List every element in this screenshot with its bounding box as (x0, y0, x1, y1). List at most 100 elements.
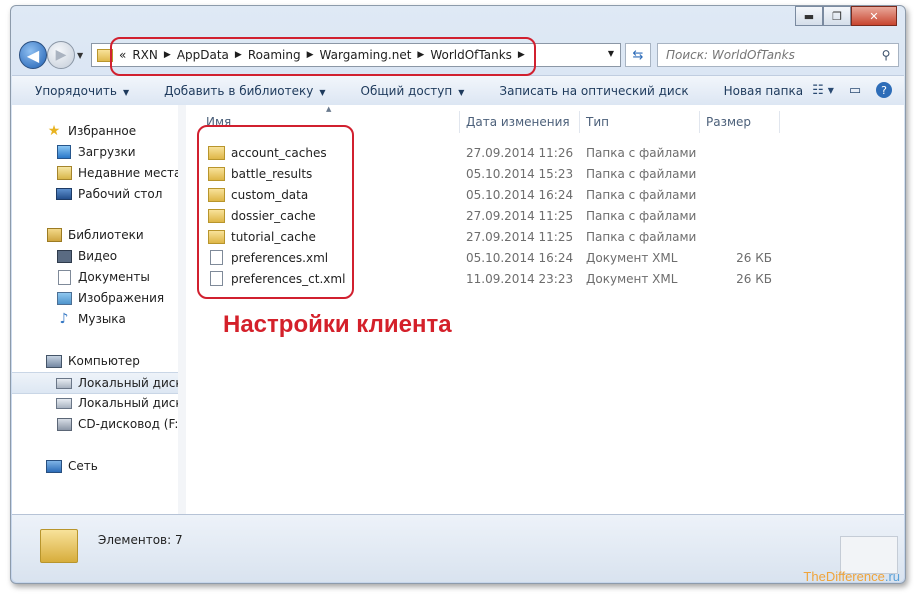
sidebar-item[interactable]: CD-дисковод (F:) HU (12, 414, 179, 434)
file-size (706, 205, 772, 226)
command-toolbar: Упорядочить ▼ Добавить в библиотеку ▼ Общи… (12, 75, 904, 106)
column-header-type[interactable]: Тип (586, 111, 609, 133)
sidebar-item-label: Сеть (68, 459, 98, 473)
address-highlight-frame (110, 37, 536, 76)
column-divider[interactable] (699, 111, 700, 133)
sidebar-item-label: Изображения (78, 291, 165, 305)
documents-icon (56, 269, 72, 285)
column-type-label: Тип (586, 115, 609, 129)
pictures-icon-glyph (56, 291, 72, 305)
column-divider[interactable] (779, 111, 780, 133)
new-folder-button[interactable]: Новая папка (701, 84, 815, 98)
file-type: Папка с файлами (586, 166, 697, 181)
site-watermark: TheDifference.ru (803, 569, 900, 584)
file-type: Папка с файлами (586, 145, 697, 160)
file-type: Папка с файлами (586, 208, 697, 223)
explorer-window: ▬ ❐ ✕ ◀ ▶ ▼ «RXN ▶ AppData ▶ Roaming ▶ Wargami… (10, 5, 906, 584)
desktop-icon-glyph (56, 188, 72, 200)
sidebar-item[interactable]: Компьютер (12, 351, 178, 371)
chevron-down-icon: ▼ (319, 87, 326, 97)
column-date-label: Дата изменения (466, 115, 570, 129)
drive-icon-glyph (56, 377, 72, 389)
chevron-down-icon: ▼ (122, 87, 130, 97)
file-size (706, 163, 772, 184)
search-icon[interactable]: ⚲ (874, 48, 898, 62)
recent-places-icon-glyph (56, 166, 72, 180)
chevron-down-icon: ▼ (458, 87, 465, 97)
maximize-button[interactable]: ❐ (823, 6, 851, 26)
network-icon (46, 459, 62, 473)
preview-pane-icon[interactable]: ▭ (844, 81, 866, 99)
date-modified: 05.10.2014 15:23 (466, 166, 574, 181)
file-type: Документ XML (586, 250, 678, 265)
column-header-size[interactable]: Размер (706, 111, 751, 133)
help-icon[interactable]: ? (876, 82, 892, 98)
burn-button[interactable]: Записать на оптический диск (476, 84, 700, 98)
sort-ascending-icon: ▲ (326, 105, 332, 113)
add-to-library-button[interactable]: Добавить в библиотеку ▼ (141, 84, 337, 98)
date-modified: 27.09.2014 11:25 (466, 229, 574, 244)
share-button[interactable]: Общий доступ ▼ (338, 84, 477, 98)
file-size (706, 226, 772, 247)
sidebar-item[interactable]: Недавние места (12, 163, 178, 183)
pictures-icon (56, 291, 72, 305)
library-icon (46, 228, 62, 242)
refresh-icon: ⇆ (632, 47, 644, 63)
annotation-text: Настройки клиента (223, 311, 452, 338)
sidebar-item-label: Документы (78, 270, 150, 284)
sidebar-item[interactable]: Загрузки (12, 142, 178, 162)
sidebar-item[interactable]: Локальный диск (C (12, 372, 178, 394)
refresh-button[interactable]: ⇆ (625, 43, 651, 67)
sidebar-item[interactable]: ★ Избранное (12, 121, 178, 141)
sidebar-item-label: Избранное (68, 124, 137, 138)
minimize-button[interactable]: ▬ (795, 6, 823, 26)
sidebar-item-label: CD-дисковод (F:) HU (78, 417, 179, 431)
share-label: Общий доступ (360, 83, 453, 98)
back-button[interactable]: ◀ (19, 41, 47, 69)
large-folder-icon (40, 529, 78, 563)
file-size (706, 142, 772, 163)
sidebar-item-label: Видео (78, 249, 118, 263)
recent-pages-dropdown-icon[interactable]: ▼ (77, 51, 83, 60)
organize-button[interactable]: Упорядочить ▼ (12, 84, 141, 98)
view-controls: ☷ ▼ ▭ ? (812, 81, 892, 99)
watermark-part: The (803, 569, 826, 584)
sidebar-item[interactable]: Документы (12, 267, 178, 287)
sidebar-item[interactable]: Библиотеки (12, 225, 178, 245)
sidebar-item[interactable]: Изображения (12, 288, 178, 308)
add-to-library-label: Добавить в библиотеку (164, 83, 314, 98)
recent-places-icon (56, 166, 72, 180)
sidebar-item-label: Компьютер (68, 354, 140, 368)
search-box[interactable]: ⚲ (657, 43, 899, 67)
sidebar-item[interactable]: Сеть (12, 456, 178, 476)
cd-drive-icon-glyph (56, 417, 72, 431)
column-divider[interactable] (459, 111, 460, 133)
watermark-domain: .ru (884, 569, 900, 584)
library-icon-glyph (46, 228, 62, 242)
navigation-pane-scrollbar[interactable] (178, 105, 186, 514)
sidebar-item[interactable]: Локальный диск (D (12, 393, 178, 413)
file-size: 26 КБ (736, 271, 772, 286)
network-icon-glyph (46, 459, 62, 473)
column-size-label: Размер (706, 115, 752, 129)
sidebar-item-label: Библиотеки (68, 228, 144, 242)
file-type: Документ XML (586, 271, 678, 286)
watermark-part: Difference (825, 569, 885, 584)
forward-button[interactable]: ▶ (47, 41, 75, 69)
sidebar-item[interactable]: ♪ Музыка (12, 309, 178, 329)
sidebar-item[interactable]: Видео (12, 246, 178, 266)
column-header-date[interactable]: Дата изменения (466, 111, 570, 133)
back-arrow-icon: ◀ (26, 45, 40, 65)
search-input[interactable] (658, 47, 874, 63)
drive-icon (56, 396, 72, 410)
close-button[interactable]: ✕ (851, 6, 897, 26)
video-icon-glyph (56, 249, 72, 263)
address-history-dropdown-icon[interactable]: ▼ (608, 49, 614, 58)
view-options-icon[interactable]: ☷ ▼ (812, 81, 834, 99)
sidebar-item[interactable]: Рабочий стол (12, 184, 178, 204)
column-divider[interactable] (579, 111, 580, 133)
computer-icon-glyph (46, 354, 62, 368)
date-modified: 27.09.2014 11:25 (466, 208, 574, 223)
sidebar-item-label: Музыка (78, 312, 126, 326)
sidebar-item-label: Рабочий стол (78, 187, 163, 201)
